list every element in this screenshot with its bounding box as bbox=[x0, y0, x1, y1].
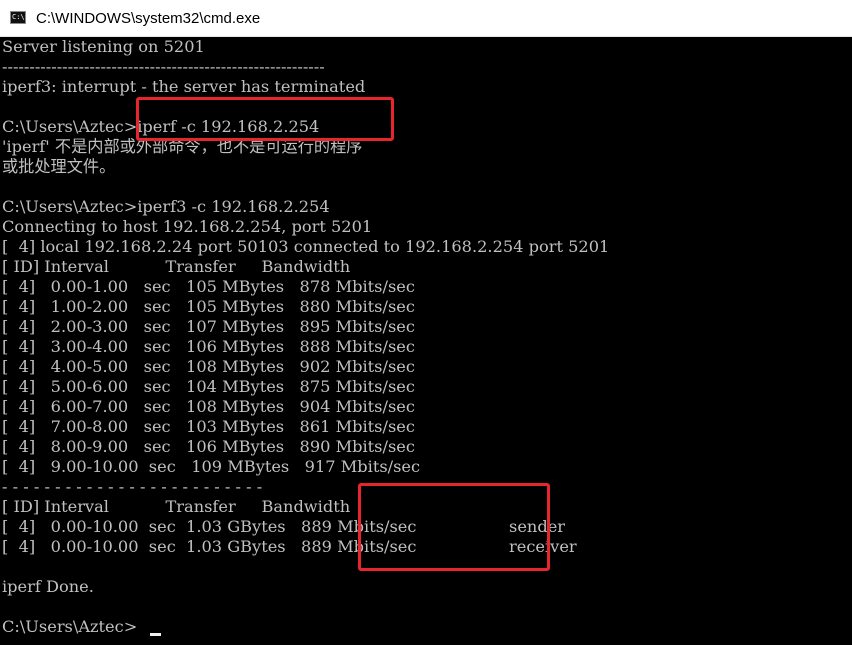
console-line: Connecting to host 192.168.2.254, port 5… bbox=[2, 217, 373, 236]
title-bar[interactable]: C:\. C:\WINDOWS\system32\cmd.exe bbox=[0, 0, 852, 37]
console-line: [ 4] 1.00-2.00 sec 105 MBytes 880 Mbits/… bbox=[2, 297, 415, 316]
console-line: [ ID] Interval Transfer Bandwidth bbox=[2, 497, 351, 516]
console-line: [ 4] 9.00-10.00 sec 109 MBytes 917 Mbits… bbox=[2, 457, 421, 476]
bandwidth-highlight-box bbox=[358, 483, 550, 571]
console-line: [ 4] 0.00-1.00 sec 105 MBytes 878 Mbits/… bbox=[2, 277, 415, 296]
console-line: Server listening on 5201 bbox=[2, 37, 205, 56]
console-line: C:\Users\Aztec>iperf3 -c 192.168.2.254 bbox=[2, 197, 330, 216]
text-cursor bbox=[150, 633, 161, 636]
cmd-app-icon: C:\. bbox=[10, 11, 29, 24]
console-line: [ 4] 6.00-7.00 sec 108 MBytes 904 Mbits/… bbox=[2, 397, 415, 416]
console-line: C:\Users\Aztec> bbox=[2, 617, 138, 636]
console-line: - - - - - - - - - - - - - - - - - - - - … bbox=[2, 477, 263, 496]
console-line: [ 4] 3.00-4.00 sec 106 MBytes 888 Mbits/… bbox=[2, 337, 415, 356]
console-line: iperf3: interrupt - the server has termi… bbox=[2, 77, 366, 96]
console-line: [ 4] 2.00-3.00 sec 107 MBytes 895 Mbits/… bbox=[2, 317, 415, 336]
console-line: [ ID] Interval Transfer Bandwidth bbox=[2, 257, 351, 276]
console-line: [ 4] 7.00-8.00 sec 103 MBytes 861 Mbits/… bbox=[2, 417, 415, 436]
cmd-window: C:\. C:\WINDOWS\system32\cmd.exe Server … bbox=[0, 0, 852, 645]
command-highlight-box bbox=[136, 97, 394, 141]
console-line: [ 4] 5.00-6.00 sec 104 MBytes 875 Mbits/… bbox=[2, 377, 415, 396]
console-line: [ 4] 8.00-9.00 sec 106 MBytes 890 Mbits/… bbox=[2, 437, 415, 456]
console-line: [ 4] local 192.168.2.24 port 50103 conne… bbox=[2, 237, 610, 256]
window-title: C:\WINDOWS\system32\cmd.exe bbox=[36, 10, 261, 27]
console-output[interactable]: Server listening on 5201 ---------------… bbox=[0, 37, 852, 645]
console-line: ----------------------------------------… bbox=[2, 57, 325, 76]
console-line: iperf Done. bbox=[2, 577, 94, 596]
console-line: [ 4] 4.00-5.00 sec 108 MBytes 902 Mbits/… bbox=[2, 357, 415, 376]
console-line: 或批处理文件。 bbox=[2, 157, 116, 176]
